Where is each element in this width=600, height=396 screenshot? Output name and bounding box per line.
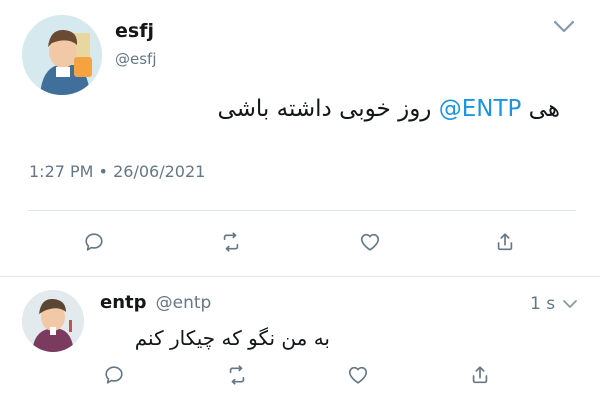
tweet-timestamp[interactable]: 1:27 PM • 26/06/2021 bbox=[29, 162, 205, 181]
avatar-esfj[interactable] bbox=[22, 15, 102, 95]
reply-icon bbox=[105, 366, 123, 384]
reply-reply-button[interactable] bbox=[96, 357, 132, 393]
reply-age[interactable]: 1 s bbox=[530, 294, 555, 314]
reply-share-button[interactable] bbox=[462, 357, 498, 393]
reply-author-handle[interactable]: @entp bbox=[156, 293, 212, 313]
reply-retweet-button[interactable] bbox=[219, 357, 255, 393]
author-name[interactable]: esfj bbox=[115, 20, 154, 42]
like-icon bbox=[348, 366, 368, 384]
avatar-entp[interactable] bbox=[22, 290, 84, 352]
like-icon bbox=[360, 233, 380, 251]
retweet-button[interactable] bbox=[213, 224, 249, 260]
chevron-down-icon[interactable] bbox=[552, 18, 576, 36]
reply-chevron-down-icon[interactable] bbox=[562, 296, 578, 310]
share-button[interactable] bbox=[487, 224, 523, 260]
divider-bottom bbox=[0, 276, 600, 277]
like-button[interactable] bbox=[352, 224, 388, 260]
mention-link[interactable]: @ENTP bbox=[439, 96, 522, 122]
share-icon bbox=[497, 233, 513, 251]
reply-like-button[interactable] bbox=[340, 357, 376, 393]
reply-header: entp @entp bbox=[100, 292, 211, 313]
reply-text: به من نگو که چیکار کنم bbox=[134, 326, 330, 350]
tweet-text-prefix: هی bbox=[521, 96, 560, 122]
esfj-avatar-illustration bbox=[22, 15, 102, 95]
entp-avatar-illustration bbox=[22, 290, 84, 352]
reply-button[interactable] bbox=[76, 224, 112, 260]
share-icon bbox=[472, 366, 488, 384]
tweet-text-suffix: روز خوبی داشته باشی bbox=[217, 96, 439, 122]
divider-top bbox=[28, 210, 576, 211]
reply-author-name[interactable]: entp bbox=[100, 292, 147, 313]
retweet-icon bbox=[229, 365, 245, 385]
author-handle[interactable]: @esfj bbox=[115, 50, 157, 68]
tweet-text: هی @ENTP روز خوبی داشته باشی bbox=[217, 96, 560, 122]
retweet-icon bbox=[223, 232, 239, 252]
reply-icon bbox=[85, 233, 103, 251]
